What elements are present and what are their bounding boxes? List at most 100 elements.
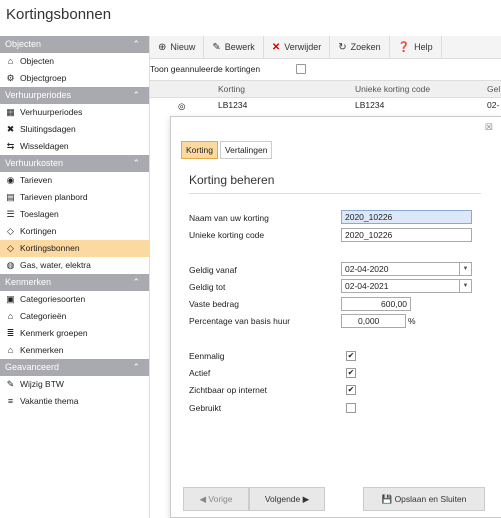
sidebar-section-4[interactable]: Geavanceerd ⌃ (0, 359, 149, 376)
code-label: Unieke korting code (189, 230, 265, 240)
sidebar-item-label: Objecten (20, 56, 55, 66)
tab-korting[interactable]: Korting (181, 141, 218, 159)
sidebar-item-2-5[interactable]: ◍ Gas, water, elektra (0, 257, 149, 274)
row-radio[interactable]: ◎ (178, 98, 185, 114)
from-label: Geldig vanaf (189, 265, 237, 275)
fixed-amount-field[interactable]: 600,00 (341, 297, 411, 311)
sidebar-section-2[interactable]: Verhuurkosten ⌃ (0, 155, 149, 172)
sidebar-section-1[interactable]: Verhuurperiodes ⌃ (0, 87, 149, 104)
sidebar-item-label: Gas, water, elektra (20, 260, 91, 270)
save-close-button[interactable]: 💾 Opslaan en Sluiten (363, 487, 485, 511)
sidebar-item-0-0[interactable]: ⌂ Objecten (0, 53, 149, 70)
chevron-up-icon[interactable]: ⌃ (132, 155, 140, 172)
chevron-up-icon[interactable]: ⌃ (132, 87, 140, 104)
sidebar-item-label: Verhuurperiodes (20, 107, 83, 117)
caret-right-icon: ▶ (302, 494, 310, 504)
previous-button[interactable]: ◀ Vorige (183, 487, 249, 511)
sidebar-item-label: Wijzig BTW (20, 379, 64, 389)
sidebar-item-1-0[interactable]: ▦ Verhuurperiodes (0, 104, 149, 121)
tag-icon: ◇ (7, 226, 14, 236)
column-header-code[interactable]: Unieke korting code (355, 81, 430, 97)
sidebar-item-2-4[interactable]: ◇ Kortingsbonnen (0, 240, 149, 257)
column-header-korting[interactable]: Korting (218, 81, 245, 97)
code-field[interactable]: 2020_10226 (341, 228, 472, 242)
tab-vertalingen[interactable]: Vertalingen (219, 141, 273, 159)
sidebar-item-label: Objectgroep (20, 73, 67, 83)
actief-checkbox[interactable]: ✔ (346, 368, 356, 378)
sidebar-item-3-1[interactable]: ⌂ Categorieën (0, 308, 149, 325)
next-button[interactable]: Volgende ▶ (249, 487, 325, 511)
filter-label: Toon geannuleerde kortingen (150, 64, 261, 74)
row-korting: LB1234 (218, 100, 248, 110)
sidebar: Objecten ⌃ ⌂ Objecten ⚙ Objectgroep Verhuurper… (0, 36, 150, 518)
sidebar-item-4-1[interactable]: ≡ Vakantie thema (0, 393, 149, 410)
sidebar-section-0[interactable]: Objecten ⌃ (0, 36, 149, 53)
plus-circle-icon: ⊕ (158, 41, 167, 53)
from-date-select[interactable]: 02-04-2020 ▼ (341, 262, 472, 276)
search-button[interactable]: ↻ Zoeken (330, 36, 390, 58)
gebruikt-checkbox[interactable] (346, 403, 356, 413)
previous-label: Vorige (208, 494, 233, 504)
sidebar-item-label: Kortingsbonnen (20, 243, 80, 253)
coins-icon: ◉ (6, 175, 15, 185)
table-row[interactable]: ◎ LB1234 LB1234 02- (150, 97, 501, 115)
sidebar-item-label: Categoriesoorten (20, 294, 86, 304)
to-label: Geldig tot (189, 282, 226, 292)
toolbar: ⊕ Nieuw ✎ Bewerk ✕ Verwijder ↻ Zoeken ❓ Help (150, 36, 501, 59)
sidebar-item-2-0[interactable]: ◉ Tarieven (0, 172, 149, 189)
help-icon: ❓ (397, 41, 411, 53)
name-field[interactable]: 2020_10226 (341, 210, 472, 224)
sidebar-section-3[interactable]: Kenmerken ⌃ (0, 274, 149, 291)
categories-icon: ▣ (6, 294, 15, 304)
bars-icon: ☰ (6, 209, 15, 219)
chevron-down-icon[interactable]: ▼ (459, 280, 471, 292)
save-label: Opslaan en Sluiten (394, 494, 467, 504)
check-label-internet: Zichtbaar op internet (189, 385, 267, 395)
korting-dialog: ☒ Korting Vertalingen Korting beheren Na… (170, 116, 501, 518)
help-button[interactable]: ❓ Help (390, 36, 442, 58)
refresh-icon: ↻ (338, 41, 347, 53)
show-cancelled-checkbox[interactable] (296, 64, 307, 74)
new-button[interactable]: ⊕ Nieuw (150, 36, 205, 58)
delete-label: Verwijder (284, 42, 322, 52)
percentage-field[interactable]: 0,000 (341, 314, 406, 328)
sidebar-section-label: Kenmerken (5, 277, 52, 287)
help-label: Help (414, 42, 433, 52)
sidebar-item-0-1[interactable]: ⚙ Objectgroep (0, 70, 149, 87)
to-date-select[interactable]: 02-04-2021 ▼ (341, 279, 472, 293)
sidebar-item-2-3[interactable]: ◇ Kortingen (0, 223, 149, 240)
meter-icon: ◍ (6, 260, 15, 270)
sidebar-item-label: Toeslagen (20, 209, 59, 219)
delete-button[interactable]: ✕ Verwijder (264, 36, 331, 58)
check-label-actief: Actief (189, 368, 211, 378)
caret-left-icon: ◀ (199, 494, 207, 504)
sidebar-item-label: Kenmerken (20, 345, 64, 355)
filter-bar: Toon geannuleerde kortingen (150, 60, 501, 78)
next-label: Volgende (264, 494, 301, 504)
close-icon[interactable]: ☒ (485, 122, 493, 133)
chevron-up-icon[interactable]: ⌃ (132, 36, 140, 53)
sidebar-item-4-0[interactable]: ✎ Wijzig BTW (0, 376, 149, 393)
sidebar-section-label: Geavanceerd (5, 362, 60, 372)
name-label: Naam van uw korting (189, 213, 269, 223)
internet-checkbox[interactable]: ✔ (346, 385, 356, 395)
chevron-up-icon[interactable]: ⌃ (132, 359, 140, 376)
sidebar-item-label: Kenmerk groepen (20, 328, 88, 338)
column-header-geldig[interactable]: Gel (487, 81, 500, 97)
edit-button[interactable]: ✎ Bewerk (204, 36, 264, 58)
to-value: 02-04-2021 (345, 281, 389, 291)
sidebar-item-2-2[interactable]: ☰ Toeslagen (0, 206, 149, 223)
chevron-down-icon[interactable]: ▼ (459, 263, 471, 275)
x-icon: ✕ (271, 41, 281, 53)
chevron-up-icon[interactable]: ⌃ (132, 274, 140, 291)
search-label: Zoeken (350, 42, 381, 52)
sidebar-item-1-1[interactable]: ✖ Sluitingsdagen (0, 121, 149, 138)
sidebar-item-3-2[interactable]: ≣ Kenmerk groepen (0, 325, 149, 342)
sidebar-item-2-1[interactable]: ▤ Tarieven planbord (0, 189, 149, 206)
sidebar-item-1-2[interactable]: ⇆ Wisseldagen (0, 138, 149, 155)
eenmalig-checkbox[interactable]: ✔ (346, 351, 356, 361)
fixed-amount-label: Vaste bedrag (189, 299, 239, 309)
sidebar-item-3-0[interactable]: ▣ Categoriesoorten (0, 291, 149, 308)
sidebar-item-3-3[interactable]: ⌂ Kenmerken (0, 342, 149, 359)
grid-icon: ▤ (6, 192, 15, 202)
